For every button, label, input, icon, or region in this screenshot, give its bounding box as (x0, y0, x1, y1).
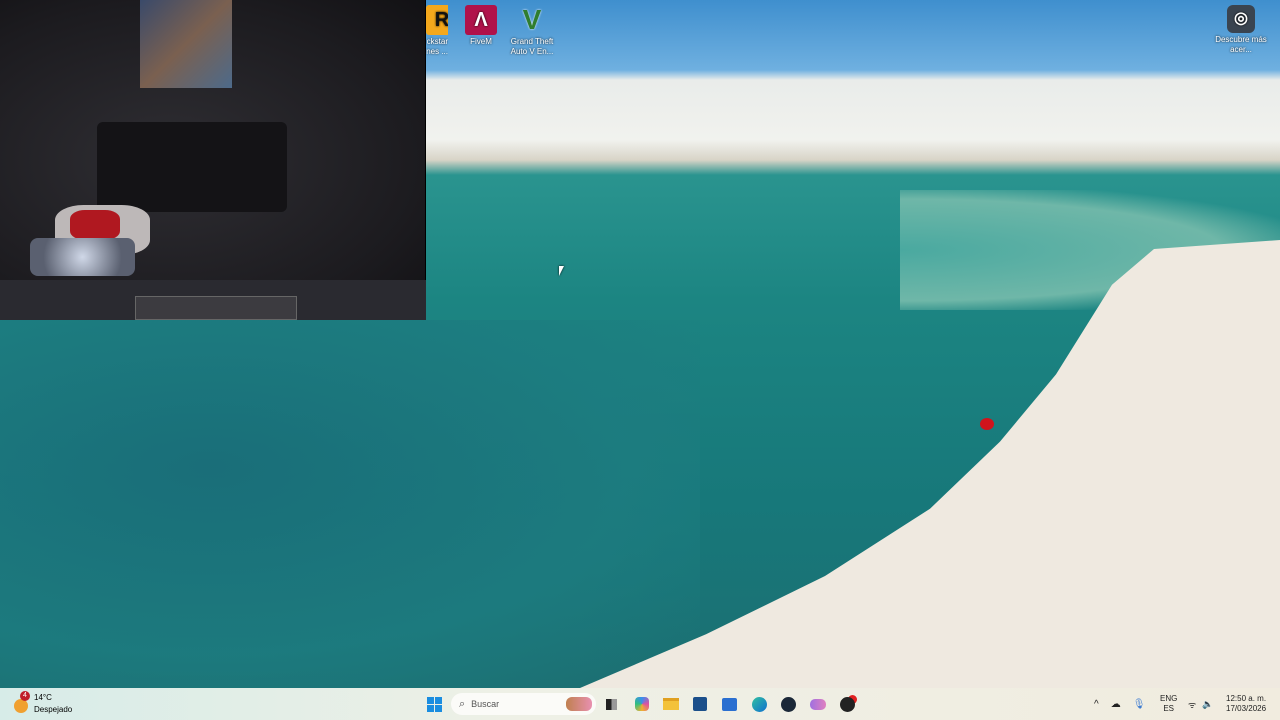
gta-v-icon: V (522, 4, 542, 35)
network-volume[interactable]: ᯤ 🔈 (1188, 688, 1213, 720)
windows-icon (426, 696, 442, 712)
icon-label: FiveM (470, 37, 492, 46)
store-icon (693, 697, 707, 711)
time: 12:50 a. m. (1226, 694, 1267, 703)
icon-label: ckstar nes ... (426, 37, 448, 56)
language-indicator[interactable]: ENG ES (1160, 688, 1177, 720)
cam-light (30, 238, 135, 276)
record-icon (839, 696, 855, 712)
desktop-icon-gta-v[interactable]: V Grand Theft Auto V En... (506, 0, 558, 57)
folder-icon (663, 698, 679, 710)
wallpaper-person (980, 418, 994, 430)
microphone-icon[interactable]: 🎙 (1133, 699, 1146, 710)
steam-button[interactable] (776, 692, 800, 716)
weather-widget[interactable]: 4 14°C Despejado (12, 691, 92, 717)
edge-button[interactable] (747, 692, 771, 716)
copilot-icon (635, 697, 649, 711)
recording-app-button[interactable] (835, 692, 859, 716)
onedrive-icon[interactable]: ☁ (1111, 699, 1121, 710)
microsoft-store-button[interactable] (688, 692, 712, 716)
cam-box (135, 296, 297, 320)
task-view-button[interactable] (599, 692, 623, 716)
desktop-icon-spotlight[interactable]: ◎ Descubre más acer... (1215, 0, 1267, 55)
steam-icon (780, 696, 796, 712)
date: 17/03/2026 (1226, 704, 1267, 713)
icon-label: Grand Theft Auto V En... (510, 37, 554, 56)
icon-label: Descubre más acer... (1215, 35, 1267, 54)
desktop-icon-rockstar[interactable]: R ckstar nes ... (418, 0, 448, 57)
cam-sofa (97, 122, 287, 212)
gamepad-icon (810, 698, 826, 710)
edge-icon (751, 696, 767, 712)
wallpaper-deep-water (0, 320, 700, 688)
system-tray: ^ ☁ 🎙 (1094, 688, 1145, 720)
volume-icon: 🔈 (1202, 698, 1214, 709)
game-bar-button[interactable] (806, 692, 830, 716)
chevron-up-icon[interactable]: ^ (1094, 699, 1099, 710)
rockstar-icon: R (426, 5, 448, 35)
copilot-button[interactable] (630, 692, 654, 716)
webcam-overlay (0, 0, 426, 320)
cam-red-bag (70, 210, 120, 240)
moon-icon (14, 699, 28, 713)
clock[interactable]: 12:50 a. m. 17/03/2026 (1226, 688, 1266, 720)
search-highlight-icon (566, 697, 592, 711)
wifi-icon: ᯤ (1188, 699, 1197, 710)
fivem-icon: Λ (465, 5, 497, 35)
notification-badge: 4 (20, 691, 30, 701)
task-view-icon (605, 698, 617, 710)
weather-temp: 14°C (34, 693, 52, 702)
mouse-cursor (559, 266, 564, 276)
search-box[interactable]: ⌕ Buscar (451, 693, 596, 715)
start-button[interactable] (422, 692, 446, 716)
weather-condition: Despejado (34, 705, 73, 714)
outlook-icon (721, 697, 737, 711)
outlook-button[interactable] (717, 692, 741, 716)
search-icon: ⌕ (459, 697, 466, 710)
cam-painting (140, 0, 232, 88)
search-placeholder: Buscar (471, 699, 500, 709)
language: ENG (1160, 694, 1178, 703)
spotlight-icon: ◎ (1227, 5, 1255, 33)
taskbar: 4 14°C Despejado ⌕ Buscar ^ ☁ 🎙 ENG ES ᯤ… (0, 688, 1280, 720)
file-explorer-button[interactable] (659, 692, 683, 716)
keyboard-layout: ES (1163, 704, 1174, 713)
desktop-icon-fivem[interactable]: Λ FiveM (455, 0, 507, 47)
